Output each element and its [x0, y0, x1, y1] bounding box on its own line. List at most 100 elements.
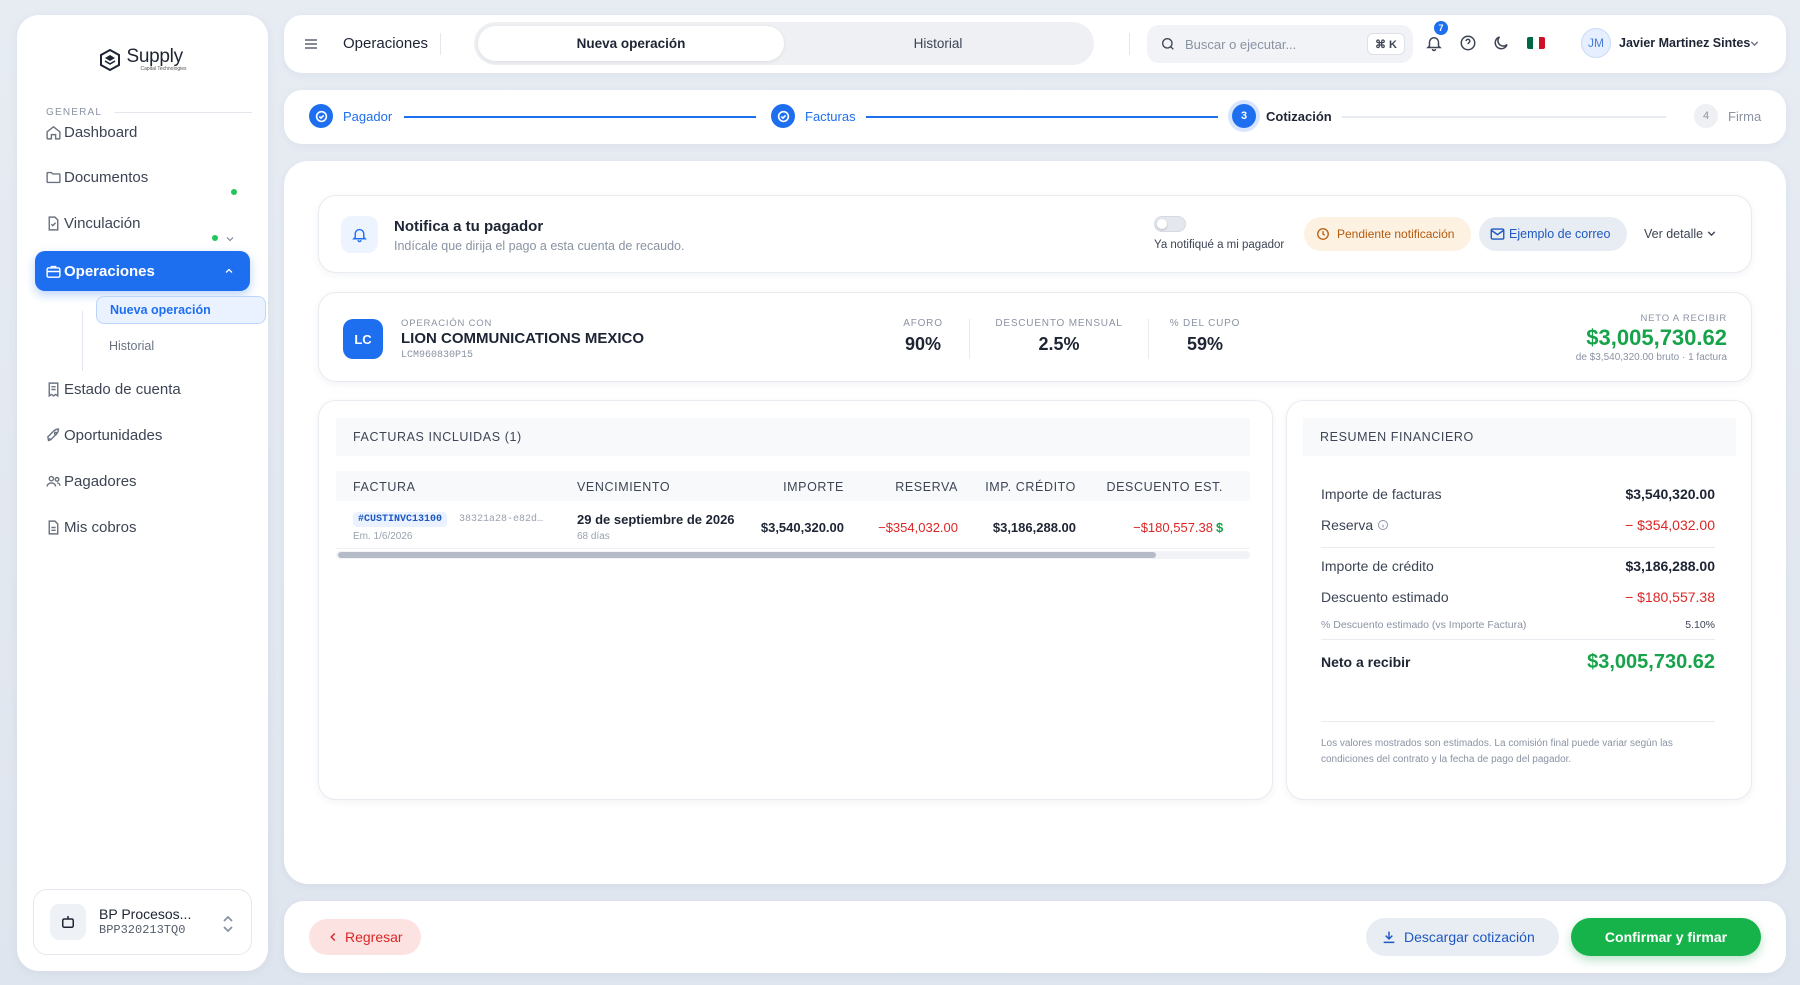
chevrons-updown-icon: [223, 915, 233, 933]
mexico-flag-icon[interactable]: [1527, 37, 1545, 49]
sidebar-item-documentos[interactable]: Documentos: [35, 157, 250, 197]
sidebar-item-label: Dashboard: [64, 123, 138, 141]
help-icon[interactable]: [1459, 34, 1477, 52]
step-cotizacion[interactable]: 3 Cotización: [1232, 104, 1332, 128]
column-header: IMPORTE: [783, 480, 844, 494]
sidebar-item-operaciones[interactable]: Operaciones: [35, 251, 250, 291]
notification-badge: 7: [1434, 21, 1448, 35]
cell-neto-partial: $: [1216, 520, 1224, 535]
sidebar-item-mis-cobros[interactable]: Mis cobros: [35, 507, 250, 547]
chevron-up-icon[interactable]: [223, 265, 235, 277]
top-bar: Operaciones Nueva operación Historial Bu…: [284, 15, 1786, 73]
users-icon: [45, 473, 62, 490]
sidebar-item-label: Mis cobros: [64, 518, 137, 536]
sidebar: Supply Capital Technologies GENERAL Dash…: [17, 15, 268, 971]
sidebar-subitem-historial[interactable]: Historial: [96, 332, 266, 360]
search-icon: [1162, 38, 1174, 50]
step-facturas[interactable]: Facturas: [771, 104, 856, 128]
company-avatar: LC: [343, 319, 383, 359]
account-switcher[interactable]: BP Procesos... BPP320213TQ0: [33, 889, 252, 955]
confirm-sign-button[interactable]: Confirmar y firmar: [1571, 918, 1761, 956]
invoices-card: FACTURAS INCLUIDAS (1) FACTURA VENCIMIEN…: [318, 400, 1273, 800]
invoice-hash: 38321a28-e82d…: [459, 514, 544, 525]
moon-icon[interactable]: [1492, 34, 1510, 52]
chevron-left-icon: [330, 932, 336, 942]
avatar[interactable]: JM: [1581, 28, 1611, 58]
file-check-icon: [45, 215, 62, 232]
company-name: LION COMMUNICATIONS MEXICO: [401, 330, 645, 347]
status-dot: [212, 235, 218, 241]
check-circle-icon: [771, 104, 795, 128]
toggle-label: Ya notifiqué a mi pagador: [1154, 239, 1285, 251]
sidebar-item-oportunidades[interactable]: Oportunidades: [35, 415, 250, 455]
step-label: Facturas: [805, 108, 856, 124]
brand-subtitle: Capital Technologies: [140, 66, 187, 72]
submenu-line: [82, 311, 83, 371]
notify-payer-card: Notifica a tu pagador Indícale que dirij…: [318, 195, 1752, 273]
sidebar-item-label: Oportunidades: [64, 426, 163, 444]
scrollbar-thumb[interactable]: [338, 552, 1156, 558]
sidebar-item-label: Documentos: [64, 168, 149, 186]
step-label: Firma: [1728, 108, 1762, 124]
tab-nueva-operacion[interactable]: Nueva operación: [478, 26, 784, 61]
divider: [1321, 721, 1715, 722]
invoice-id[interactable]: #CUSTINVC13100: [353, 512, 448, 527]
invoice-emitted: Em. 1/6/2026: [353, 531, 413, 542]
summary-row-descuento-pct: % Descuento estimado (vs Importe Factura…: [1321, 619, 1715, 631]
tab-historial[interactable]: Historial: [786, 26, 1090, 61]
progress-stepper: Pagador Facturas 3 Cotización 4 Firma: [284, 90, 1786, 144]
sidebar-subitem-nueva-operacion[interactable]: Nueva operación: [96, 296, 266, 324]
net-amount: $3,005,730.62: [1586, 325, 1727, 350]
document-icon: [45, 519, 62, 536]
horizontal-scrollbar[interactable]: [336, 551, 1250, 559]
step-pagador[interactable]: Pagador: [309, 104, 392, 128]
divider: [1321, 547, 1715, 548]
step-number: 4: [1694, 104, 1718, 128]
check-circle-icon: [309, 104, 333, 128]
shortcut-hint: ⌘ K: [1367, 33, 1405, 55]
main-panel: Notifica a tu pagador Indícale que dirij…: [284, 161, 1786, 884]
summary-row-credito: Importe de crédito $3,186,288.00: [1321, 558, 1715, 574]
back-button[interactable]: Regresar: [309, 919, 421, 955]
chevron-down-icon[interactable]: [1748, 37, 1761, 50]
table-row[interactable]: #CUSTINVC13100 38321a28-e82d… Em. 1/6/20…: [336, 501, 1250, 549]
operation-tabs: Nueva operación Historial: [474, 22, 1094, 65]
sidebar-item-label: Pagadores: [64, 472, 137, 490]
step-number: 3: [1232, 104, 1256, 128]
info-icon[interactable]: [1377, 519, 1389, 531]
net-subtitle: de $3,540,320.00 bruto · 1 factura: [1575, 352, 1727, 363]
sidebar-item-estado-de-cuenta[interactable]: Estado de cuenta: [35, 369, 250, 409]
bell-icon: [341, 216, 378, 253]
cell-importe: $3,540,320.00: [760, 520, 844, 535]
notified-toggle[interactable]: [1154, 216, 1186, 232]
summary-row-descuento: Descuento estimado − $180,557.38: [1321, 589, 1715, 605]
email-example-button[interactable]: Ejemplo de correo: [1479, 217, 1627, 251]
net-label: NETO A RECIBIR: [1640, 313, 1727, 324]
search-input[interactable]: Buscar o ejecutar... ⌘ K: [1147, 25, 1413, 63]
operation-card: LC OPERACIÓN CON LION COMMUNICATIONS MEX…: [318, 292, 1752, 382]
invoices-title: FACTURAS INCLUIDAS (1): [336, 418, 1250, 456]
sidebar-item-dashboard[interactable]: Dashboard: [35, 112, 250, 152]
chevron-down-icon[interactable]: [224, 233, 236, 245]
sidebar-item-label: Estado de cuenta: [64, 380, 181, 398]
summary-note: Los valores mostrados son estimados. La …: [1321, 738, 1673, 765]
step-firma[interactable]: 4 Firma: [1694, 104, 1761, 128]
user-name[interactable]: Javier Martinez Sintes: [1619, 36, 1750, 50]
cell-descuento: −$180,557.38: [1133, 520, 1213, 535]
chevron-down-icon[interactable]: [1705, 227, 1718, 240]
column-header: FACTURA: [353, 480, 416, 494]
mail-icon: [1490, 228, 1505, 240]
menu-icon[interactable]: [303, 36, 319, 52]
search-placeholder: Buscar o ejecutar...: [1185, 36, 1297, 52]
table-header: FACTURA VENCIMIENTO IMPORTE RESERVA IMP.…: [336, 471, 1250, 501]
view-details-button[interactable]: Ver detalle: [1644, 227, 1703, 241]
summary-row-reserva: Reserva − $354,032.00: [1321, 517, 1715, 533]
download-quote-button[interactable]: Descargar cotización: [1366, 918, 1559, 956]
sidebar-item-pagadores[interactable]: Pagadores: [35, 461, 250, 501]
logo: Supply Capital Technologies: [17, 47, 268, 72]
metric-descuento-mensual: DESCUENTO MENSUAL 2.5%: [995, 318, 1123, 354]
column-header: RESERVA: [895, 480, 958, 494]
bell-icon[interactable]: [1425, 34, 1443, 52]
operation-label: OPERACIÓN CON: [401, 318, 493, 329]
account-rfc: BPP320213TQ0: [99, 923, 186, 938]
